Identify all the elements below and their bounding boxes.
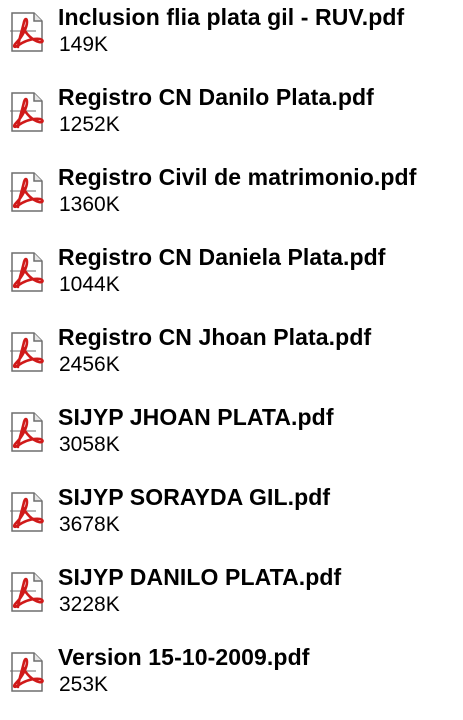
file-list: Inclusion flia plata gil - RUV.pdf 149K … <box>0 0 463 701</box>
pdf-file-icon[interactable] <box>10 572 44 612</box>
pdf-file-icon[interactable] <box>10 172 44 212</box>
file-name-link[interactable]: Registro CN Danilo Plata.pdf <box>58 83 374 111</box>
file-name-link[interactable]: SIJYP SORAYDA GIL.pdf <box>58 483 330 511</box>
file-size: 3228K <box>59 593 120 616</box>
file-name-link[interactable]: Version 15-10-2009.pdf <box>58 643 309 671</box>
file-name-link[interactable]: SIJYP JHOAN PLATA.pdf <box>58 403 334 431</box>
file-item[interactable]: Version 15-10-2009.pdf 253K <box>0 640 463 720</box>
file-item[interactable]: Registro CN Jhoan Plata.pdf 2456K <box>0 320 463 400</box>
file-size: 3058K <box>59 433 120 456</box>
file-size: 3678K <box>59 513 120 536</box>
pdf-file-icon[interactable] <box>10 12 44 52</box>
pdf-file-icon[interactable] <box>10 492 44 532</box>
file-item[interactable]: Registro CN Danilo Plata.pdf 1252K <box>0 80 463 160</box>
file-name-link[interactable]: Inclusion flia plata gil - RUV.pdf <box>58 3 404 31</box>
pdf-file-icon[interactable] <box>10 412 44 452</box>
file-item[interactable]: SIJYP DANILO PLATA.pdf 3228K <box>0 560 463 640</box>
pdf-file-icon[interactable] <box>10 652 44 692</box>
file-name-link[interactable]: Registro Civil de matrimonio.pdf <box>58 163 416 191</box>
pdf-file-icon[interactable] <box>10 332 44 372</box>
file-item[interactable]: Registro CN Daniela Plata.pdf 1044K <box>0 240 463 320</box>
file-size: 1044K <box>59 273 120 296</box>
pdf-file-icon[interactable] <box>10 252 44 292</box>
file-item[interactable]: Registro Civil de matrimonio.pdf 1360K <box>0 160 463 240</box>
file-name-link[interactable]: Registro CN Daniela Plata.pdf <box>58 243 386 271</box>
file-size: 253K <box>59 673 109 696</box>
file-size: 1252K <box>59 113 120 136</box>
file-item[interactable]: SIJYP JHOAN PLATA.pdf 3058K <box>0 400 463 480</box>
file-size: 2456K <box>59 353 120 376</box>
file-size: 149K <box>59 33 109 56</box>
file-item[interactable]: SIJYP SORAYDA GIL.pdf 3678K <box>0 480 463 560</box>
file-item[interactable]: Inclusion flia plata gil - RUV.pdf 149K <box>0 0 463 80</box>
file-name-link[interactable]: SIJYP DANILO PLATA.pdf <box>58 563 341 591</box>
file-name-link[interactable]: Registro CN Jhoan Plata.pdf <box>58 323 371 351</box>
file-size: 1360K <box>59 193 120 216</box>
pdf-file-icon[interactable] <box>10 92 44 132</box>
